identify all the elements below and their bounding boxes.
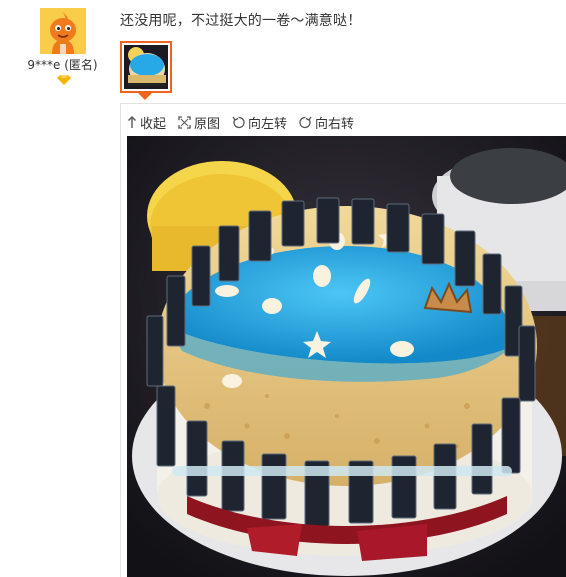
vip-diamond-icon [57, 75, 71, 85]
original-image-button[interactable]: 原图 [178, 113, 220, 132]
collapse-label: 收起 [140, 116, 167, 132]
collapse-button[interactable]: 收起 [127, 113, 166, 132]
thumbnail-selected-arrow [138, 93, 152, 100]
viewer-toolbar: 收起 原图 向左转 向右转 [127, 112, 366, 132]
rotate-left-button[interactable]: 向左转 [232, 113, 287, 132]
rotate-right-button[interactable]: 向右转 [299, 113, 354, 132]
review-text: 还没用呢，不过挺大的一卷～满意哒！ [120, 13, 362, 29]
mascot-avatar-icon [40, 8, 86, 54]
rotate-left-icon [232, 116, 245, 128]
review-photo-large[interactable] [127, 136, 566, 577]
rotate-left-label: 向左转 [248, 116, 288, 132]
cake-photo-image [127, 136, 566, 577]
rotate-right-icon [299, 116, 312, 128]
review-photo-thumbnail[interactable] [120, 41, 172, 93]
fullscreen-icon [178, 115, 191, 129]
photo-viewer: 收起 原图 向左转 向右转 [120, 103, 566, 577]
collapse-arrow-icon [128, 115, 136, 128]
original-image-label: 原图 [194, 116, 221, 132]
reviewer-name: 9***e (匿名) [27, 58, 98, 72]
rotate-right-label: 向右转 [315, 116, 355, 132]
reviewer-avatar[interactable] [40, 8, 86, 54]
thumbnail-image [124, 45, 168, 89]
